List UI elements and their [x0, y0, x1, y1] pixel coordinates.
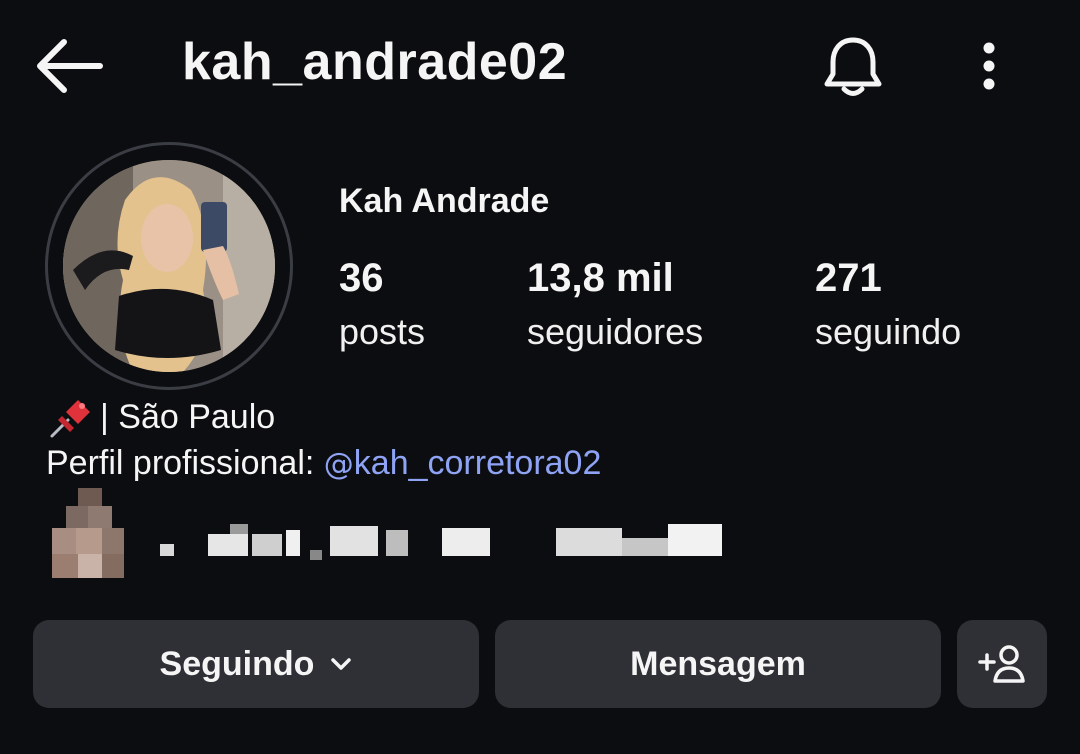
- bell-icon: [824, 37, 882, 96]
- notifications-button[interactable]: [818, 34, 888, 100]
- mutual-follower-avatar[interactable]: [52, 488, 126, 580]
- following-button[interactable]: Seguindo: [33, 620, 479, 708]
- message-button-label: Mensagem: [630, 644, 806, 683]
- chevron-down-icon: [331, 658, 352, 670]
- arrow-left-icon: [37, 39, 103, 93]
- stat-following[interactable]: 271 seguindo: [815, 256, 961, 353]
- threads-handle: kah_corretora02: [353, 444, 602, 482]
- suggested-users-button[interactable]: [957, 620, 1047, 708]
- avatar[interactable]: [63, 160, 275, 372]
- pushpin-icon: [50, 400, 90, 438]
- stat-followers-count: 13,8 mil: [527, 256, 674, 300]
- stat-following-count: 271: [815, 256, 882, 300]
- bio-professional-prefix: Perfil profissional:: [46, 444, 324, 482]
- profile-photo: [63, 160, 275, 372]
- add-user-icon: [978, 645, 1025, 683]
- display-name: Kah Andrade: [339, 182, 550, 220]
- threads-profile-link[interactable]: @kah_corretora02: [324, 444, 602, 482]
- pixelated-avatar: [52, 488, 124, 578]
- mutual-followers-text-blurred[interactable]: [160, 520, 725, 562]
- message-button[interactable]: Mensagem: [495, 620, 941, 708]
- bio-location-line: | São Paulo: [46, 394, 275, 440]
- threads-icon: @: [323, 447, 354, 482]
- stat-posts-count: 36: [339, 256, 384, 300]
- stat-posts-label: posts: [339, 311, 426, 352]
- more-vertical-icon: [983, 42, 995, 90]
- profile-username-title: kah_andrade02: [182, 33, 568, 91]
- stat-followers[interactable]: 13,8 mil seguidores: [527, 256, 703, 353]
- back-button[interactable]: [30, 36, 106, 96]
- stat-following-label: seguindo: [815, 311, 962, 352]
- stat-followers-label: seguidores: [527, 311, 704, 352]
- more-options-button[interactable]: [968, 36, 1010, 96]
- pixelated-text: [160, 524, 722, 560]
- bio-location-text: | São Paulo: [100, 397, 276, 436]
- bio-professional-line: Perfil profissional: @kah_corretora02: [46, 444, 601, 483]
- stat-posts[interactable]: 36 posts: [339, 256, 425, 353]
- following-button-label: Seguindo: [159, 644, 315, 683]
